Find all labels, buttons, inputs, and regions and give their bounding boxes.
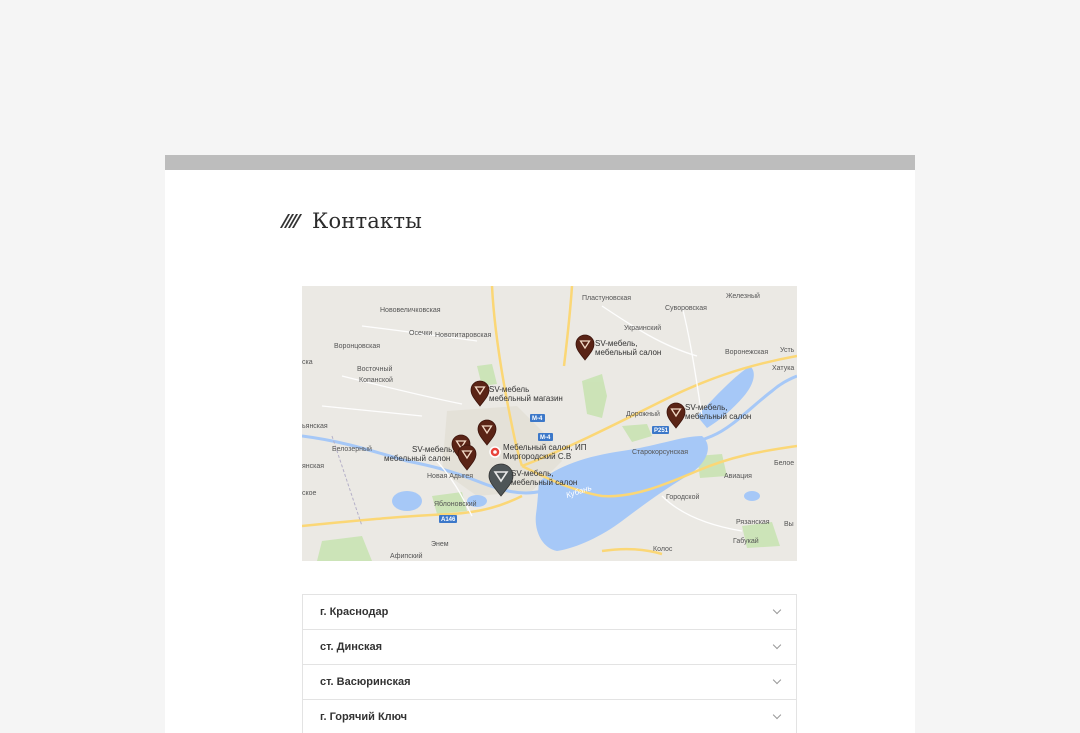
map-label: Воронежская: [725, 349, 768, 356]
map-label: Пластуновская: [582, 295, 631, 302]
map-label: Суворовская: [665, 305, 707, 312]
map-label: Городской: [666, 493, 699, 501]
road-shield: М-4: [540, 435, 551, 441]
stripes-icon: [279, 214, 303, 228]
map[interactable]: Нововеличковская Пластуновская Суворовск…: [302, 286, 797, 561]
chevron-down-icon: [772, 710, 782, 720]
map-label: Рязанская: [736, 519, 770, 526]
svg-text:SV-мебель,: SV-мебель,: [595, 339, 638, 348]
map-label: Энем: [431, 541, 449, 548]
map-label: Усть: [780, 347, 795, 354]
map-label: Дорожный: [626, 410, 660, 418]
svg-text:мебельный салон: мебельный салон: [384, 454, 450, 463]
svg-text:мебельный салон: мебельный салон: [685, 412, 751, 421]
accordion-item-goryachiy-klyuch[interactable]: г. Горячий Ключ: [303, 700, 796, 733]
svg-text:SV-мебель,: SV-мебель,: [412, 445, 455, 454]
map-label: Новая Адыгея: [427, 473, 473, 480]
svg-text:SV-мебель,: SV-мебель,: [511, 469, 554, 478]
accordion-item-vasyurinskaya[interactable]: ст. Васюринская: [303, 665, 796, 700]
map-label: Авиация: [724, 473, 752, 480]
map-label: Новотитаровская: [435, 332, 492, 339]
map-label: Железный: [726, 292, 760, 300]
map-label: Колос: [653, 546, 673, 553]
svg-text:SV-мебель,: SV-мебель,: [685, 403, 728, 412]
map-label: Воронцовская: [334, 343, 380, 350]
accordion-item-dinskaya[interactable]: ст. Динская: [303, 630, 796, 665]
svg-text:мебельный магазин: мебельный магазин: [489, 394, 563, 403]
accordion-item-label: ст. Васюринская: [320, 676, 411, 688]
map-label: ска: [302, 359, 313, 366]
map-label: ское: [302, 490, 317, 497]
cities-accordion: г. Краснодар ст. Динская ст. Васюринская…: [302, 594, 797, 733]
svg-text:мебельный салон: мебельный салон: [595, 348, 661, 357]
map-label: Белозерный: [332, 445, 372, 453]
accordion-item-krasnodar[interactable]: г. Краснодар: [303, 595, 796, 630]
accordion-item-label: г. Краснодар: [320, 606, 389, 618]
svg-text:SV-мебель: SV-мебель: [489, 385, 529, 394]
page-title: Контакты: [312, 209, 423, 233]
chevron-down-icon: [772, 675, 782, 685]
map-label: Афипский: [390, 552, 423, 560]
svg-text:мебельный салон: мебельный салон: [511, 478, 577, 487]
map-label: Вы: [784, 521, 794, 528]
map-label: Белое: [774, 460, 794, 467]
map-label: Восточный: [357, 365, 392, 373]
panel-top-bar: [165, 155, 915, 170]
chevron-down-icon: [772, 605, 782, 615]
contacts-panel: Контакты Нововеличковская Пластуновская …: [165, 155, 915, 733]
map-label: Яблоновский: [434, 500, 477, 508]
chevron-down-icon: [772, 640, 782, 650]
svg-text:Миргородский С.В: Миргородский С.В: [503, 452, 571, 461]
map-label: Нововеличковская: [380, 307, 441, 314]
svg-text:Мебельный салон, ИП: Мебельный салон, ИП: [503, 443, 587, 452]
map-label: ьянская: [302, 423, 328, 430]
map-label: Копанской: [359, 376, 393, 384]
map-label: янская: [302, 463, 324, 470]
map-label: Осечки: [409, 330, 432, 337]
map-label: Хатука: [772, 365, 794, 372]
accordion-item-label: ст. Динская: [320, 641, 383, 653]
road-shield: Р251: [654, 428, 669, 434]
section-heading: Контакты: [279, 203, 423, 239]
map-label: Украинский: [624, 324, 661, 332]
accordion-item-label: г. Горячий Ключ: [320, 711, 408, 723]
road-shield: М-4: [532, 416, 543, 422]
road-shield: А146: [441, 517, 456, 523]
map-label: Габукай: [733, 537, 759, 545]
map-label: Старокорсунская: [632, 449, 688, 456]
